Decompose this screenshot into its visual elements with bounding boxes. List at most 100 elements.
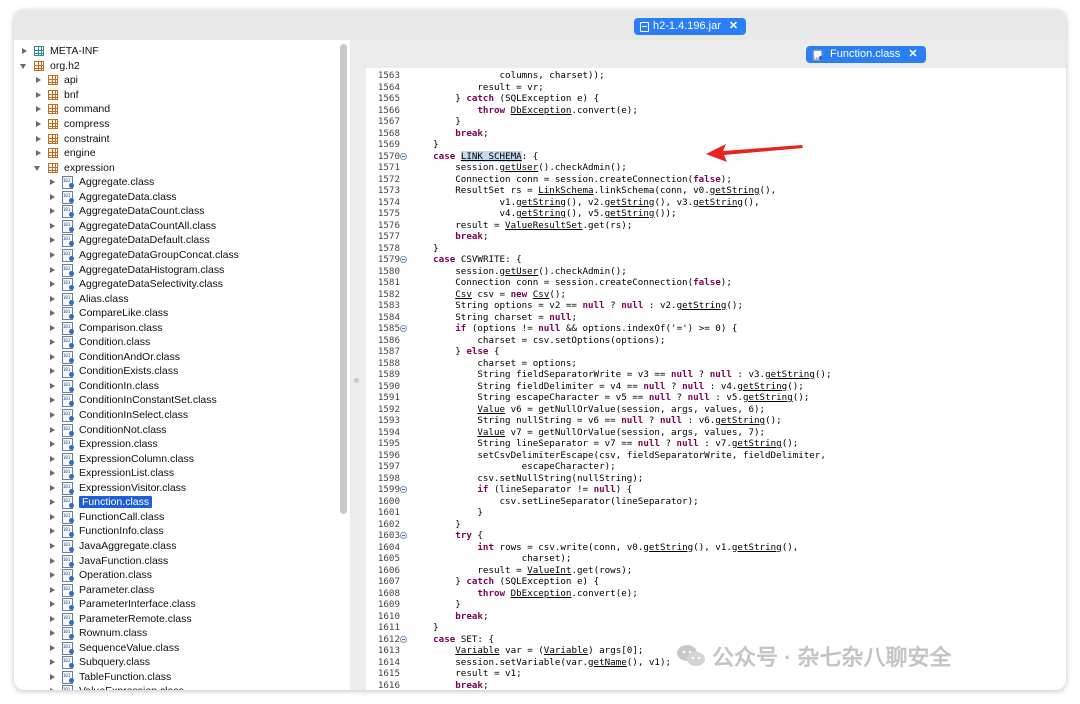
tree-item[interactable]: TableFunction.class [48,670,171,685]
tree-item[interactable]: AggregateDataCount.class [48,204,205,219]
tree-item[interactable]: command [34,102,110,117]
tree-item[interactable]: Condition.class [48,335,150,350]
expand-arrow-down-icon[interactable] [34,164,42,172]
tree-item[interactable]: ValueExpression.class [48,684,184,690]
expand-arrow-down-icon[interactable] [20,62,28,70]
fold-toggle-icon[interactable] [400,152,407,160]
expand-arrow-right-icon[interactable] [20,47,28,55]
expand-arrow-right-icon[interactable] [34,76,42,84]
tree-item[interactable]: org.h2 [20,59,80,74]
expand-arrow-right-icon[interactable] [48,629,56,637]
split-divider[interactable] [350,40,364,690]
expand-arrow-right-icon[interactable] [48,571,56,579]
tree-item[interactable]: ConditionAndOr.class [48,350,180,365]
tree-item[interactable]: CompareLike.class [48,306,168,321]
close-icon[interactable]: ✕ [729,18,738,35]
tree-item[interactable]: Parameter.class [48,582,154,597]
tree-item[interactable]: FunctionCall.class [48,510,164,525]
expand-arrow-right-icon[interactable] [48,236,56,244]
tree-item[interactable]: Function.class [48,495,153,510]
tree-item[interactable]: AggregateData.class [48,190,176,205]
expand-arrow-right-icon[interactable] [48,586,56,594]
tree-item[interactable]: META-INF [20,44,99,59]
expand-arrow-right-icon[interactable] [48,382,56,390]
expand-arrow-right-icon[interactable] [48,542,56,550]
tree-item[interactable]: AggregateDataSelectivity.class [48,277,223,292]
tree-item[interactable]: JavaFunction.class [48,553,168,568]
tree-item[interactable]: expression [34,160,115,175]
tree-item[interactable]: ConditionExists.class [48,364,178,379]
expand-arrow-right-icon[interactable] [48,440,56,448]
expand-arrow-right-icon[interactable] [48,295,56,303]
expand-arrow-right-icon[interactable] [48,266,56,274]
expand-arrow-right-icon[interactable] [48,673,56,681]
tree-item[interactable]: JavaAggregate.class [48,539,176,554]
expand-arrow-right-icon[interactable] [48,367,56,375]
expand-arrow-right-icon[interactable] [48,411,56,419]
expand-arrow-right-icon[interactable] [48,324,56,332]
tree-item[interactable]: FunctionInfo.class [48,524,164,539]
tree-item[interactable]: AggregateDataCountAll.class [48,219,216,234]
expand-arrow-right-icon[interactable] [34,149,42,157]
tree-item[interactable]: Operation.class [48,568,152,583]
tree-item[interactable]: Comparison.class [48,320,162,335]
expand-arrow-right-icon[interactable] [48,353,56,361]
expand-arrow-right-icon[interactable] [48,644,56,652]
drag-handle-icon[interactable] [354,378,359,383]
fold-toggle-icon[interactable] [400,486,407,493]
fold-toggle-icon[interactable] [400,325,407,332]
tree-item[interactable]: api [34,73,78,88]
expand-arrow-right-icon[interactable] [48,280,56,288]
tree-item[interactable]: Subquery.class [48,655,150,670]
tree-item[interactable]: ConditionNot.class [48,422,167,437]
tree-item[interactable]: AggregateDataHistogram.class [48,262,224,277]
close-icon[interactable]: ✕ [908,46,917,63]
expand-arrow-right-icon[interactable] [48,193,56,201]
fold-toggle-icon[interactable] [400,256,407,263]
expand-arrow-right-icon[interactable] [48,469,56,477]
expand-arrow-right-icon[interactable] [48,251,56,259]
expand-arrow-right-icon[interactable] [48,658,56,666]
tree-item[interactable]: compress [34,117,110,132]
tree-item[interactable]: Expression.class [48,437,158,452]
expand-arrow-right-icon[interactable] [34,105,42,113]
expand-arrow-right-icon[interactable] [48,513,56,521]
expand-arrow-right-icon[interactable] [48,396,56,404]
tree-item[interactable]: ConditionInConstantSet.class [48,393,217,408]
tree-item[interactable]: Rownum.class [48,626,147,641]
expand-arrow-right-icon[interactable] [48,484,56,492]
expand-arrow-right-icon[interactable] [48,455,56,463]
tree-scrollbar[interactable] [340,44,347,514]
tree-item[interactable]: ParameterInterface.class [48,597,196,612]
expand-arrow-right-icon[interactable] [48,615,56,623]
tree-item[interactable]: ConditionInSelect.class [48,408,188,423]
expand-arrow-right-icon[interactable] [48,309,56,317]
tree-item[interactable]: bnf [34,88,79,103]
tree-item[interactable]: ConditionIn.class [48,379,159,394]
tree-item[interactable]: AggregateDataGroupConcat.class [48,248,239,263]
expand-arrow-right-icon[interactable] [48,178,56,186]
tree-item[interactable]: AggregateDataDefault.class [48,233,210,248]
fold-toggle-icon[interactable] [400,532,407,539]
tree-item[interactable]: engine [34,146,96,161]
tree-item[interactable]: Alias.class [48,291,129,306]
tree-item[interactable]: ExpressionVisitor.class [48,481,186,496]
expand-arrow-right-icon[interactable] [48,600,56,608]
expand-arrow-right-icon[interactable] [48,498,56,506]
editor-tab-function[interactable]: Function.class ✕ [806,46,926,66]
tree-item[interactable]: ExpressionColumn.class [48,451,194,466]
expand-arrow-right-icon[interactable] [48,687,56,690]
tree-item[interactable]: SequenceValue.class [48,641,179,656]
tree-item[interactable]: ParameterRemote.class [48,611,192,626]
fold-toggle-icon[interactable] [400,635,407,643]
tree-item[interactable]: ExpressionList.class [48,466,174,481]
expand-arrow-right-icon[interactable] [48,207,56,215]
tree-item[interactable]: constraint [34,131,110,146]
expand-arrow-right-icon[interactable] [34,135,42,143]
expand-arrow-right-icon[interactable] [48,338,56,346]
expand-arrow-right-icon[interactable] [48,527,56,535]
expand-arrow-right-icon[interactable] [34,91,42,99]
expand-arrow-right-icon[interactable] [48,557,56,565]
expand-arrow-right-icon[interactable] [48,222,56,230]
jar-tab[interactable]: h2-1.4.196.jar ✕ [634,18,747,35]
